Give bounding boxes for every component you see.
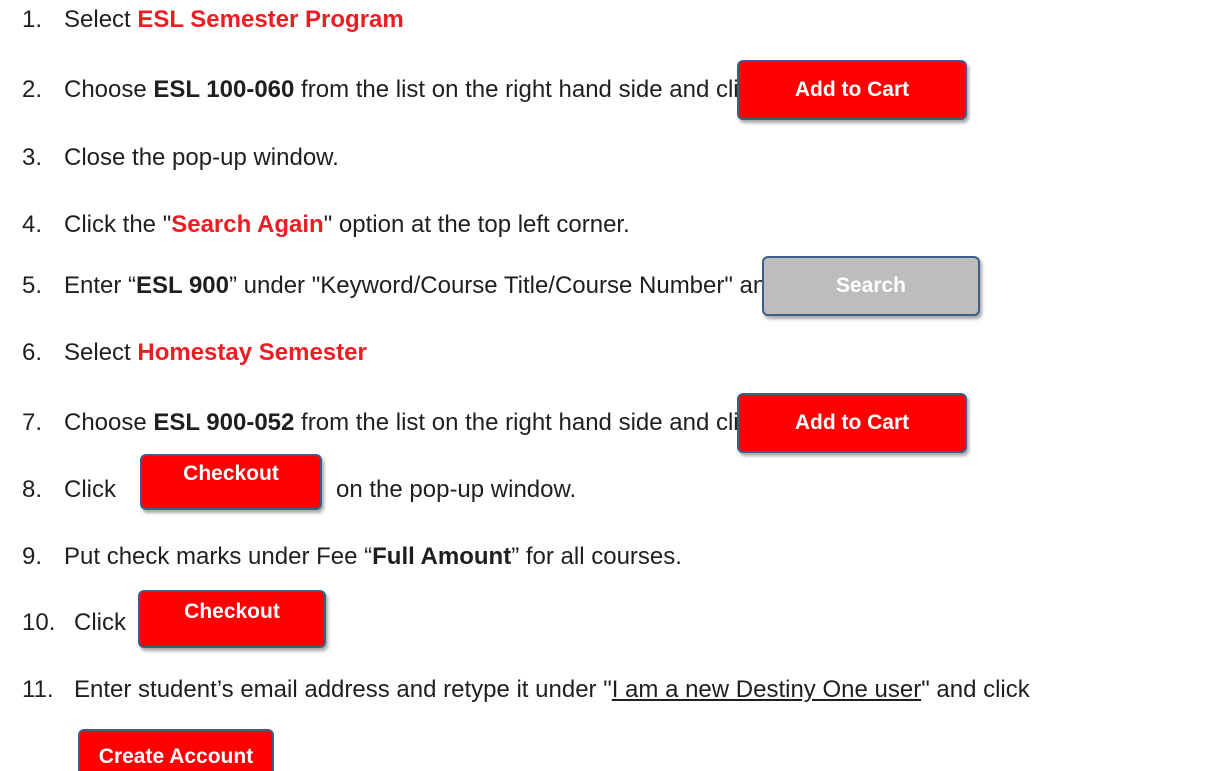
step-number: 4. — [22, 211, 43, 238]
step-text: Enter student’s email address and retype… — [74, 676, 612, 703]
step-text: Click — [74, 609, 126, 636]
step-text: " option at the top left corner. — [323, 211, 630, 238]
checkout-button[interactable]: Checkout — [138, 590, 326, 648]
step-number: 8. — [22, 476, 43, 503]
step-2: 2. Choose ESL 100-060 from the list on th… — [22, 76, 763, 104]
new-user-link-text: I am a new Destiny One user — [611, 676, 922, 703]
add-to-cart-button[interactable]: Add to Cart — [737, 393, 967, 453]
create-account-button[interactable]: Create Account — [78, 729, 274, 771]
step-text: Put check marks under Fee “ — [64, 543, 373, 570]
step-number: 7. — [22, 409, 43, 436]
course-code: ESL 900-052 — [153, 409, 295, 436]
step-9: 9. Put check marks under Fee “Full Amount… — [22, 543, 682, 571]
step-text: Select — [64, 339, 138, 366]
step-number: 11. — [22, 676, 54, 703]
fee-option: Full Amount — [372, 543, 512, 570]
step-5: 5. Enter “ESL 900” under "Keyword/Course … — [22, 272, 833, 300]
program-name: Homestay Semester — [137, 339, 367, 366]
step-text: " and click — [921, 676, 1030, 703]
step-text: Choose — [64, 409, 154, 436]
step-number: 3. — [22, 144, 43, 171]
step-number: 5. — [22, 272, 43, 299]
add-to-cart-button[interactable]: Add to Cart — [737, 60, 967, 120]
checkout-button[interactable]: Checkout — [140, 454, 322, 510]
step-number: 9. — [22, 543, 43, 570]
step-3: 3. Close the pop-up window. — [22, 144, 339, 172]
course-code: ESL 100-060 — [153, 76, 295, 103]
step-text: from the list on the right hand side and… — [294, 409, 763, 436]
step-11: 11. Enter student’s email address and ret… — [22, 676, 1030, 704]
step-10: 10. Click — [22, 609, 126, 637]
step-number: 10. — [22, 609, 56, 636]
step-text: Close the pop-up window. — [64, 144, 339, 171]
step-number: 6. — [22, 339, 43, 366]
step-text: on the pop-up window. — [336, 476, 577, 503]
step-8-suffix: on the pop-up window. — [336, 476, 576, 504]
step-8: 8. Click — [22, 476, 116, 504]
step-text: ” for all courses. — [511, 543, 682, 570]
step-6: 6. Select Homestay Semester — [22, 339, 367, 367]
step-text: Click the " — [64, 211, 172, 238]
search-button[interactable]: Search — [762, 256, 980, 316]
course-code: ESL 900 — [136, 272, 229, 299]
step-text: ” under "Keyword/Course Title/Course Num… — [228, 272, 833, 299]
step-text: Click — [64, 476, 116, 503]
program-name: ESL Semester Program — [137, 6, 404, 33]
step-7: 7. Choose ESL 900-052 from the list on th… — [22, 409, 763, 437]
step-text: Choose — [64, 76, 154, 103]
step-number: 2. — [22, 76, 43, 103]
search-again-option: Search Again — [171, 211, 324, 238]
step-number: 1. — [22, 6, 43, 33]
step-4: 4. Click the "Search Again" option at the… — [22, 211, 630, 239]
step-1: 1. Select ESL Semester Program — [22, 6, 404, 34]
step-text: Select — [64, 6, 138, 33]
step-text: from the list on the right hand side and… — [294, 76, 763, 103]
step-text: Enter “ — [64, 272, 137, 299]
